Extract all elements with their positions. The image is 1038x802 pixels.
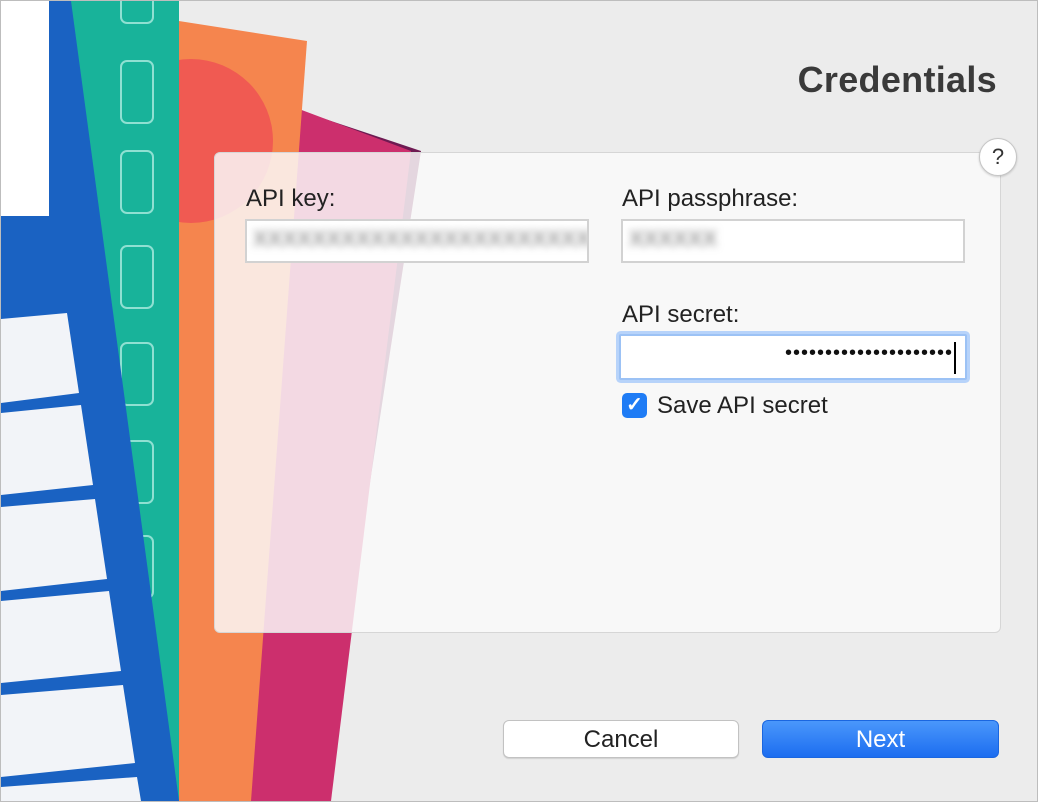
api-secret-value: ••••••••••••••••••••• (784, 342, 953, 364)
save-secret-checkbox[interactable]: ✓ (622, 393, 647, 418)
text-caret (954, 342, 956, 374)
next-button[interactable]: Next (762, 720, 999, 758)
api-passphrase-field[interactable]: XXXXXX (621, 219, 965, 263)
checkmark-icon: ✓ (626, 394, 643, 416)
api-passphrase-value: XXXXXX (629, 226, 718, 251)
api-secret-label: API secret: (622, 301, 740, 328)
api-key-label: API key: (246, 185, 336, 212)
save-secret-label[interactable]: Save API secret (657, 392, 828, 420)
api-key-value: XXXXXXXXXXXXXXXXXXXXXXXXXX (253, 226, 587, 251)
page-title: Credentials (797, 59, 997, 100)
credentials-window: Credentials ? API key: XXXXXXXXXXXXXXXXX… (0, 0, 1038, 802)
question-icon[interactable]: ? (979, 138, 1017, 176)
blue-card-window (1, 1, 49, 216)
cancel-button[interactable]: Cancel (503, 720, 739, 758)
api-key-field[interactable]: XXXXXXXXXXXXXXXXXXXXXXXXXX (245, 219, 589, 263)
api-secret-field[interactable]: ••••••••••••••••••••• (619, 334, 967, 380)
api-passphrase-label: API passphrase: (622, 185, 799, 212)
